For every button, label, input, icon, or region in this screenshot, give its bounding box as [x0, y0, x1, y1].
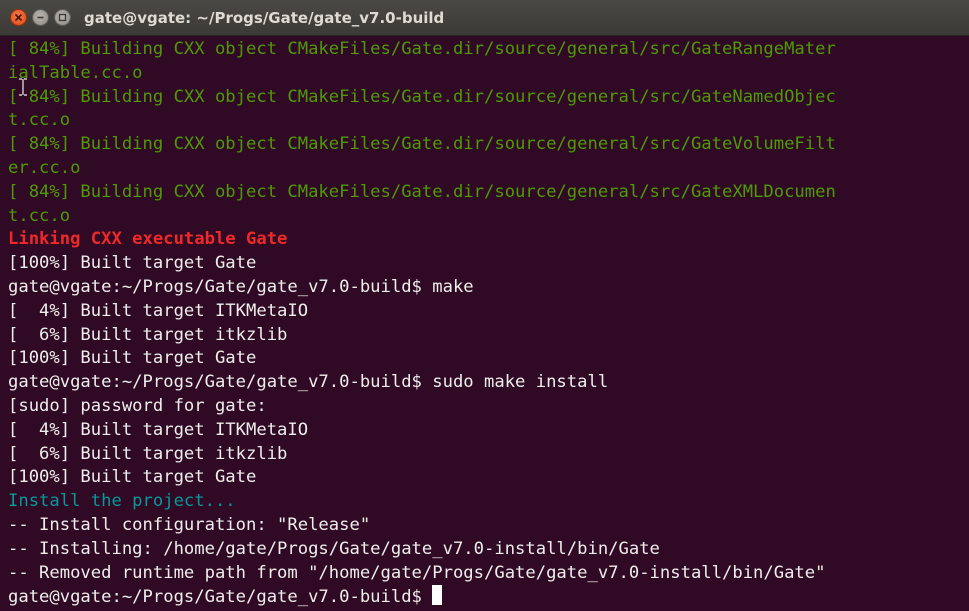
terminal-line: gate@vgate:~/Progs/Gate/gate_v7.0-build$…	[8, 276, 474, 297]
terminal-line: [ 84%] Building CXX object CMakeFiles/Ga…	[8, 39, 836, 59]
terminal-lines: [ 84%] Building CXX object CMakeFiles/Ga…	[8, 38, 969, 585]
terminal-line: -- Installing: /home/gate/Progs/Gate/gat…	[8, 538, 660, 559]
terminal-line: [ 84%] Building CXX object CMakeFiles/Ga…	[8, 134, 836, 155]
terminal-line: [100%] Built target Gate	[8, 253, 257, 274]
terminal-line: er.cc.o	[8, 157, 81, 178]
prompt-line: gate@vgate:~/Progs/Gate/gate_v7.0-build$	[8, 585, 969, 609]
minimize-icon	[37, 16, 44, 19]
terminal-line: Install the project...	[8, 491, 236, 512]
terminal-line: [100%] Built target Gate	[8, 348, 257, 369]
terminal-line: t.cc.o	[8, 110, 71, 131]
terminal-line: Linking CXX executable Gate	[8, 229, 288, 250]
minimize-button[interactable]	[32, 9, 49, 26]
shell-prompt: gate@vgate:~/Progs/Gate/gate_v7.0-build$	[8, 587, 433, 608]
terminal-line: gate@vgate:~/Progs/Gate/gate_v7.0-build$…	[8, 372, 609, 393]
window-title: gate@vgate: ~/Progs/Gate/gate_v7.0-build	[84, 9, 445, 27]
terminal-line: [100%] Built target Gate	[8, 467, 257, 488]
title-bar[interactable]: gate@vgate: ~/Progs/Gate/gate_v7.0-build	[0, 0, 969, 36]
terminal-line: [ 6%] Built target itkzlib	[8, 443, 288, 464]
text-cursor	[432, 585, 443, 606]
terminal-line: t.cc.o	[8, 205, 71, 226]
terminal-line: -- Install configuration: "Release"	[8, 514, 371, 535]
terminal-line: [ 4%] Built target ITKMetaIO	[8, 300, 309, 321]
maximize-button[interactable]	[54, 9, 71, 26]
mouse-ibeam-cursor-icon	[19, 78, 27, 96]
close-icon	[14, 13, 23, 22]
terminal-line: [ 4%] Built target ITKMetaIO	[8, 419, 309, 440]
terminal-line: [sudo] password for gate:	[8, 395, 267, 416]
terminal-line: [ 6%] Built target itkzlib	[8, 324, 288, 345]
terminal-line: [ 84%] Building CXX object CMakeFiles/Ga…	[8, 86, 836, 107]
terminal-window: gate@vgate: ~/Progs/Gate/gate_v7.0-build…	[0, 0, 969, 611]
close-button[interactable]	[10, 9, 27, 26]
maximize-icon	[58, 13, 67, 22]
terminal-line: [ 84%] Building CXX object CMakeFiles/Ga…	[8, 181, 836, 202]
terminal-line: ialTable.cc.o	[8, 62, 143, 83]
terminal-output[interactable]: [ 84%] Building CXX object CMakeFiles/Ga…	[8, 38, 969, 611]
terminal-line: -- Removed runtime path from "/home/gate…	[8, 562, 826, 583]
